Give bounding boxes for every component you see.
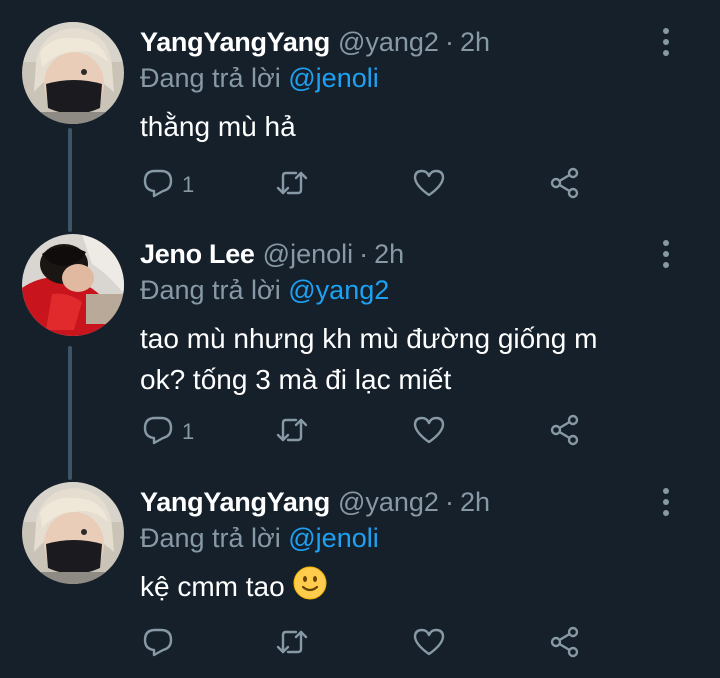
timestamp[interactable]: 2h [460, 27, 490, 57]
tweet[interactable]: Jeno Lee @jenoli · 2h Đang trả lời @yang2 t… [0, 234, 720, 474]
share-icon [548, 625, 582, 664]
retweet-button[interactable] [274, 624, 310, 664]
reply-icon [142, 414, 174, 451]
replying-to-mention[interactable]: @jenoli [288, 523, 378, 553]
display-name[interactable]: YangYangYang [140, 27, 330, 57]
replying-to-line: Đang trả lời @jenoli [140, 58, 379, 98]
retweet-icon [274, 167, 310, 204]
tweet-body: kệ cmm tao [140, 566, 680, 611]
heart-icon [412, 167, 446, 204]
reply-button[interactable]: 1 [142, 412, 194, 452]
separator-dot: · [359, 239, 369, 269]
share-button[interactable] [548, 412, 582, 452]
replying-to-prefix: Đang trả lời [140, 63, 289, 93]
retweet-button[interactable] [274, 412, 310, 452]
more-options-icon[interactable] [656, 26, 676, 58]
more-options-icon[interactable] [656, 238, 676, 270]
reply-button[interactable]: 1 [142, 165, 194, 205]
share-icon [548, 413, 582, 452]
tweet-actions: 1 [140, 412, 610, 452]
replying-to-mention[interactable]: @yang2 [288, 275, 389, 305]
replying-to-line: Đang trả lời @yang2 [140, 270, 389, 310]
tweet-text-line: ok? tống 3 mà đi lạc miết [140, 364, 452, 395]
tweet[interactable]: YangYangYang @yang2 · 2h Đang trả lời @jeno… [0, 22, 720, 222]
tweet-text: kệ cmm tao [140, 571, 285, 602]
user-handle[interactable]: @yang2 [338, 27, 439, 57]
tweet-header: YangYangYang @yang2 · 2h [140, 482, 490, 522]
tweet-text-line: tao mù nhưng kh mù đường giống m [140, 323, 598, 354]
like-button[interactable] [412, 165, 446, 205]
share-button[interactable] [548, 624, 582, 664]
reply-count: 1 [182, 419, 195, 444]
reply-button[interactable] [142, 624, 182, 664]
tweet-text-line: kệ cmm tao [140, 566, 680, 611]
like-button[interactable] [412, 624, 446, 664]
timestamp[interactable]: 2h [374, 239, 404, 269]
heart-icon [412, 414, 446, 451]
retweet-icon [274, 626, 310, 663]
separator-dot: · [444, 27, 454, 57]
tweet-body: thằng mù hả [140, 106, 680, 147]
reply-icon [142, 167, 174, 204]
share-icon [548, 166, 582, 205]
like-button[interactable] [412, 412, 446, 452]
reply-icon [142, 626, 174, 663]
timestamp[interactable]: 2h [460, 487, 490, 517]
replying-to-line: Đang trả lời @jenoli [140, 518, 379, 558]
more-options-icon[interactable] [656, 486, 676, 518]
tweet-text-line: thằng mù hả [140, 111, 296, 142]
heart-icon [412, 626, 446, 663]
retweet-button[interactable] [274, 165, 310, 205]
separator-dot: · [444, 487, 454, 517]
tweet-actions [140, 624, 610, 664]
avatar[interactable] [22, 482, 124, 584]
tweet-header: YangYangYang @yang2 · 2h [140, 22, 490, 62]
tweet-body: tao mù nhưng kh mù đường giống m ok? tốn… [140, 318, 680, 400]
display-name[interactable]: YangYangYang [140, 487, 330, 517]
replying-to-mention[interactable]: @jenoli [288, 63, 378, 93]
tweet[interactable]: YangYangYang @yang2 · 2h Đang trả lời @jeno… [0, 482, 720, 672]
tweet-header: Jeno Lee @jenoli · 2h [140, 234, 404, 274]
reply-count: 1 [182, 172, 195, 197]
user-handle[interactable]: @jenoli [263, 239, 353, 269]
display-name[interactable]: Jeno Lee [140, 239, 255, 269]
reply-thread: YangYangYang @yang2 · 2h Đang trả lời @jeno… [0, 0, 720, 678]
share-button[interactable] [548, 165, 582, 205]
replying-to-prefix: Đang trả lời [140, 523, 289, 553]
tweet-actions: 1 [140, 165, 610, 205]
user-handle[interactable]: @yang2 [338, 487, 439, 517]
replying-to-prefix: Đang trả lời [140, 275, 289, 305]
avatar[interactable] [22, 22, 124, 124]
slightly-smiling-face-icon [293, 566, 327, 611]
retweet-icon [274, 414, 310, 451]
avatar[interactable] [22, 234, 124, 336]
